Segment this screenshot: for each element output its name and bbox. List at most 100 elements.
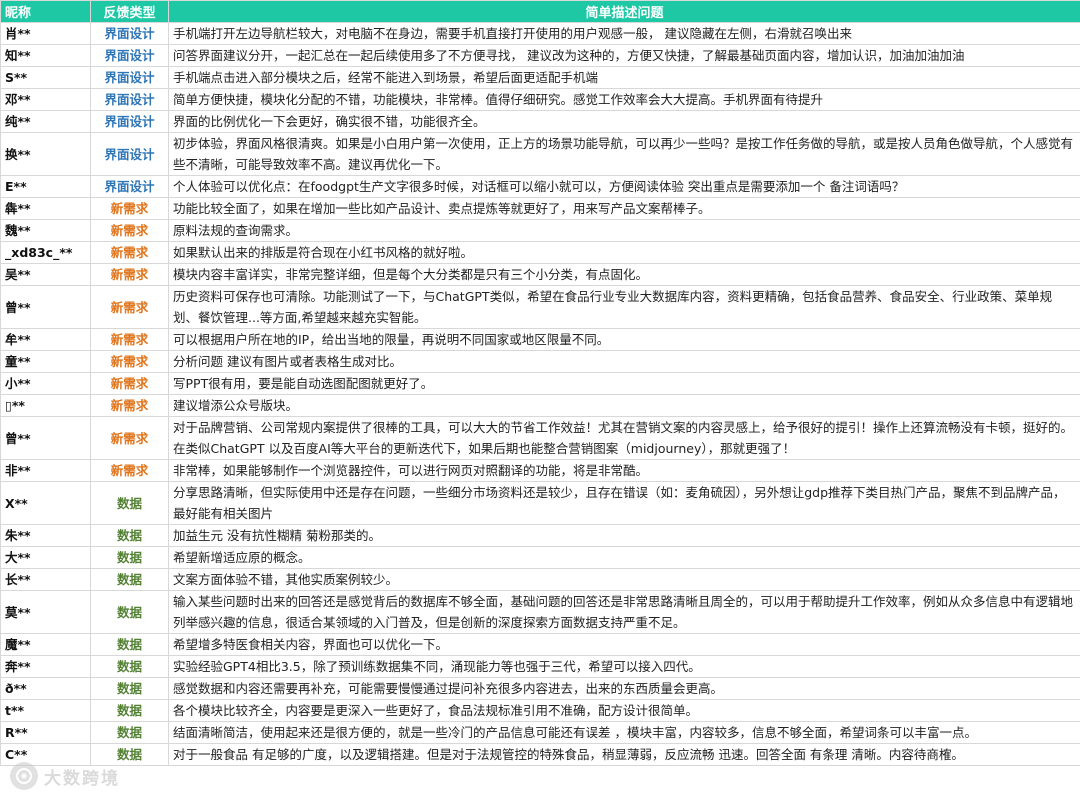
- description-cell: 文案方面体验不错，其他实质案例较少。: [168, 568, 1080, 591]
- description-cell: 历史资料可保存也可清除。功能测试了一下，与ChatGPT类似，希望在食品行业专业…: [168, 285, 1080, 329]
- description-cell: 初步体验，界面风格很清爽。如果是小白用户第一次使用，正上方的场景功能导航，可以再…: [168, 132, 1080, 176]
- header-nickname: 昵称: [0, 0, 91, 23]
- nickname-cell: 知**: [0, 44, 91, 67]
- table-row: 邓** 界面设计 简单方便快捷，模块化分配的不错，功能模块，非常棒。值得仔细研究。感…: [0, 88, 1080, 111]
- nickname-cell: 童**: [0, 350, 91, 373]
- description-cell: 功能比较全面了，如果在增加一些比如产品设计、卖点提炼等就更好了，用来写产品文案帮…: [168, 197, 1080, 220]
- description-cell: 各个模块比较齐全，内容要是更深入一些更好了，食品法规标准引用不准确，配方设计很简…: [168, 699, 1080, 722]
- nickname-cell: 肖**: [0, 22, 91, 45]
- description-cell: 对于一般食品 有足够的广度，以及逻辑搭建。但是对于法规管控的特殊食品，稍显薄弱，…: [168, 743, 1080, 766]
- logo-icon: [10, 762, 38, 790]
- feedback-type-cell: 新需求: [90, 197, 169, 220]
- feedback-type-cell: 新需求: [90, 285, 169, 329]
- feedback-type-cell: 新需求: [90, 350, 169, 373]
- description-cell: 加益生元 没有抗性糊精 菊粉那类的。: [168, 524, 1080, 547]
- table-row: E** 界面设计 个人体验可以优化点：在foodgpt生产文字很多时候，对话框可以缩…: [0, 175, 1080, 198]
- description-cell: 感觉数据和内容还需要再补充，可能需要慢慢通过提问补充很多内容进去，出来的东西质量…: [168, 677, 1080, 700]
- description-cell: 非常棒，如果能够制作一个浏览器控件，可以进行网页对照翻译的功能，将是非常酷。: [168, 459, 1080, 482]
- feedback-type-cell: 数据: [90, 546, 169, 569]
- nickname-cell: 莫**: [0, 590, 91, 634]
- feedback-table: 昵称 反馈类型 简单描述问题 肖** 界面设计 手机端打开左边导航栏较大，对电脑不在…: [0, 0, 1080, 766]
- nickname-cell: 曾**: [0, 416, 91, 460]
- table-row: S** 界面设计 手机端点击进入部分模块之后，经常不能进入到场景，希望后面更适配手机…: [0, 66, 1080, 89]
- table-row: 曾** 新需求 历史资料可保存也可清除。功能测试了一下，与ChatGPT类似，希望在…: [0, 285, 1080, 329]
- header-description: 简单描述问题: [168, 0, 1080, 23]
- header-feedback-type: 反馈类型: [90, 0, 169, 23]
- nickname-cell: R**: [0, 721, 91, 744]
- table-row: 吴** 新需求 模块内容丰富详实，非常完整详细，但是每个大分类都是只有三个小分类，有…: [0, 263, 1080, 286]
- table-row: 长** 数据 文案方面体验不错，其他实质案例较少。: [0, 568, 1080, 591]
- description-cell: 写PPT很有用，要是能自动选图配图就更好了。: [168, 372, 1080, 395]
- nickname-cell: 奔**: [0, 655, 91, 678]
- feedback-type-cell: 界面设计: [90, 44, 169, 67]
- feedback-type-cell: 界面设计: [90, 66, 169, 89]
- table-row: 牟** 新需求 可以根据用户所在地的IP，给出当地的限量，再说明不同国家或地区限量不…: [0, 328, 1080, 351]
- feedback-type-cell: 界面设计: [90, 88, 169, 111]
- description-cell: 分析问题 建议有图片或者表格生成对比。: [168, 350, 1080, 373]
- table-row: 非** 新需求 非常棒，如果能够制作一个浏览器控件，可以进行网页对照翻译的功能，将是…: [0, 459, 1080, 482]
- description-cell: 可以根据用户所在地的IP，给出当地的限量，再说明不同国家或地区限量不同。: [168, 328, 1080, 351]
- table-row: 莫** 数据 输入某些问题时出来的回答还是感觉背后的数据库不够全面，基础问题的回答还…: [0, 590, 1080, 634]
- feedback-type-cell: 新需求: [90, 394, 169, 417]
- feedback-type-cell: 界面设计: [90, 22, 169, 45]
- nickname-cell: 大**: [0, 546, 91, 569]
- nickname-cell: E**: [0, 175, 91, 198]
- feedback-type-cell: 数据: [90, 721, 169, 744]
- feedback-type-cell: 数据: [90, 677, 169, 700]
- nickname-cell: 换**: [0, 132, 91, 176]
- table-row: X** 数据 分享思路清晰，但实际使用中还是存在问题，一些细分市场资料还是较少，且存…: [0, 481, 1080, 525]
- feedback-type-cell: 数据: [90, 590, 169, 634]
- description-cell: 希望增多特医食相关内容，界面也可以优化一下。: [168, 633, 1080, 656]
- table-row: 魔** 数据 希望增多特医食相关内容，界面也可以优化一下。: [0, 633, 1080, 656]
- nickname-cell: 小**: [0, 372, 91, 395]
- table-row: 知** 界面设计 问答界面建议分开，一起汇总在一起后续使用多了不方便寻找， 建议改为…: [0, 44, 1080, 67]
- feedback-type-cell: 新需求: [90, 219, 169, 242]
- description-cell: 问答界面建议分开，一起汇总在一起后续使用多了不方便寻找， 建议改为这种的，方便又…: [168, 44, 1080, 67]
- description-cell: 手机端点击进入部分模块之后，经常不能进入到场景，希望后面更适配手机端: [168, 66, 1080, 89]
- description-cell: 原料法规的查询需求。: [168, 219, 1080, 242]
- table-row: 奔** 数据 实验经验GPT4相比3.5，除了预训练数据集不同，涌现能力等也强于三代…: [0, 655, 1080, 678]
- table-row: 童** 新需求 分析问题 建议有图片或者表格生成对比。: [0, 350, 1080, 373]
- watermark-text: 大数跨境: [44, 768, 120, 789]
- table-row: C** 数据 对于一般食品 有足够的广度，以及逻辑搭建。但是对于法规管控的特殊食品，…: [0, 743, 1080, 766]
- nickname-cell: S**: [0, 66, 91, 89]
- description-cell: 个人体验可以优化点：在foodgpt生产文字很多时候，对话框可以缩小就可以，方便…: [168, 175, 1080, 198]
- description-cell: 建议增添公众号版块。: [168, 394, 1080, 417]
- nickname-cell: t**: [0, 699, 91, 722]
- feedback-type-cell: 新需求: [90, 416, 169, 460]
- nickname-cell: 邓**: [0, 88, 91, 111]
- table-row: 纯** 界面设计 界面的比例优化一下会更好，确实很不错，功能很齐全。: [0, 110, 1080, 133]
- description-cell: 结面清晰简洁，使用起来还是很方便的，就是一些冷门的产品信息可能还有误差 ，模块丰…: [168, 721, 1080, 744]
- feedback-type-cell: 界面设计: [90, 132, 169, 176]
- description-cell: 如果默认出来的排版是符合现在小红书风格的就好啦。: [168, 241, 1080, 264]
- description-cell: 手机端打开左边导航栏较大，对电脑不在身边，需要手机直接打开使用的用户观感一般， …: [168, 22, 1080, 45]
- nickname-cell: 牟**: [0, 328, 91, 351]
- table-row: R** 数据 结面清晰简洁，使用起来还是很方便的，就是一些冷门的产品信息可能还有误差…: [0, 721, 1080, 744]
- nickname-cell: 纯**: [0, 110, 91, 133]
- nickname-cell: ð**: [0, 677, 91, 700]
- nickname-cell: 曾**: [0, 285, 91, 329]
- feedback-type-cell: 数据: [90, 568, 169, 591]
- feedback-type-cell: 新需求: [90, 372, 169, 395]
- table-row: _xd83c_** 新需求 如果默认出来的排版是符合现在小红书风格的就好啦。: [0, 241, 1080, 264]
- feedback-type-cell: 数据: [90, 633, 169, 656]
- description-cell: 分享思路清晰，但实际使用中还是存在问题，一些细分市场资料还是较少，且存在错误（如…: [168, 481, 1080, 525]
- table-row: 犇** 新需求 功能比较全面了，如果在增加一些比如产品设计、卖点提炼等就更好了，用来…: [0, 197, 1080, 220]
- nickname-cell: 魔**: [0, 633, 91, 656]
- feedback-type-cell: 新需求: [90, 263, 169, 286]
- watermark: 大数跨境: [10, 762, 120, 790]
- table-row: 肖** 界面设计 手机端打开左边导航栏较大，对电脑不在身边，需要手机直接打开使用的用…: [0, 22, 1080, 45]
- feedback-type-cell: 界面设计: [90, 175, 169, 198]
- feedback-type-cell: 数据: [90, 524, 169, 547]
- table-row: ð** 数据 感觉数据和内容还需要再补充，可能需要慢慢通过提问补充很多内容进去，出来…: [0, 677, 1080, 700]
- table-row: 小** 新需求 写PPT很有用，要是能自动选图配图就更好了。: [0, 372, 1080, 395]
- nickname-cell: 魏**: [0, 219, 91, 242]
- description-cell: 模块内容丰富详实，非常完整详细，但是每个大分类都是只有三个小分类，有点固化。: [168, 263, 1080, 286]
- feedback-type-cell: 新需求: [90, 241, 169, 264]
- nickname-cell: 朱**: [0, 524, 91, 547]
- nickname-cell: X**: [0, 481, 91, 525]
- description-cell: 简单方便快捷，模块化分配的不错，功能模块，非常棒。值得仔细研究。感觉工作效率会大…: [168, 88, 1080, 111]
- feedback-type-cell: 数据: [90, 481, 169, 525]
- nickname-cell: 非**: [0, 459, 91, 482]
- description-cell: 对于品牌营销、公司常规内案提供了很棒的工具，可以大大的节省工作效益！尤其在营销文…: [168, 416, 1080, 460]
